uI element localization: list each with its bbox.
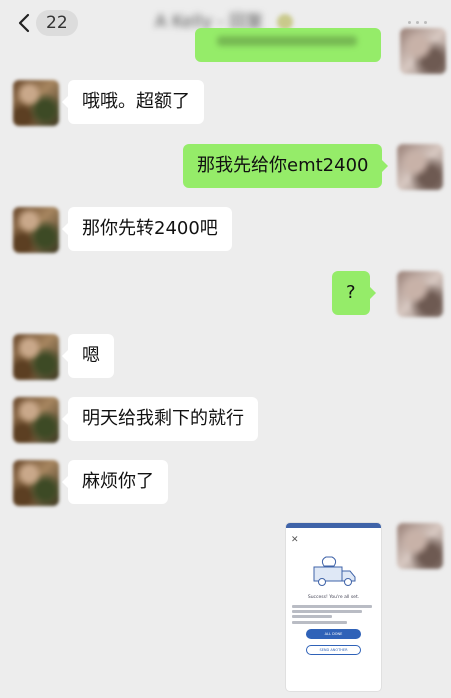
- message-bubble[interactable]: 麻烦你了: [62, 460, 168, 504]
- more-dots-icon: [408, 21, 411, 24]
- close-icon: ✕: [291, 535, 299, 545]
- back-button[interactable]: 22: [14, 10, 78, 36]
- self-avatar[interactable]: [397, 523, 443, 569]
- self-avatar[interactable]: [397, 144, 443, 190]
- truck-money-bag-icon: [313, 556, 356, 586]
- self-avatar[interactable]: [397, 271, 443, 317]
- message-bubble[interactable]: 那我先给你emt2400: [183, 144, 389, 188]
- screenshot-title: Success! You're all set.: [307, 595, 360, 600]
- message-bubble[interactable]: 嗯: [62, 334, 114, 378]
- contact-avatar[interactable]: [13, 460, 59, 506]
- contact-avatar[interactable]: [13, 334, 59, 380]
- message-bubble[interactable]: 那你先转2400吧: [62, 207, 232, 251]
- message-bubble[interactable]: 哦哦。超额了: [62, 80, 204, 124]
- screenshot-primary-button: ALL DONE: [306, 629, 361, 639]
- contact-avatar[interactable]: [13, 397, 59, 443]
- self-avatar[interactable]: [400, 28, 446, 74]
- image-message[interactable]: ✕ Success! You're all set. ALL DONE SEND…: [286, 523, 381, 691]
- chevron-left-icon: [18, 13, 30, 33]
- message-bubble[interactable]: ?: [332, 271, 376, 315]
- unread-count-badge: 22: [36, 10, 78, 36]
- partial-message-bubble[interactable]: [195, 28, 381, 62]
- message-bubble[interactable]: 明天给我剩下的就行: [62, 397, 258, 441]
- contact-avatar[interactable]: [13, 80, 59, 126]
- screenshot-status-bar: [286, 523, 381, 528]
- screenshot-secondary-button: SEND ANOTHER: [306, 645, 361, 655]
- contact-avatar[interactable]: [13, 207, 59, 253]
